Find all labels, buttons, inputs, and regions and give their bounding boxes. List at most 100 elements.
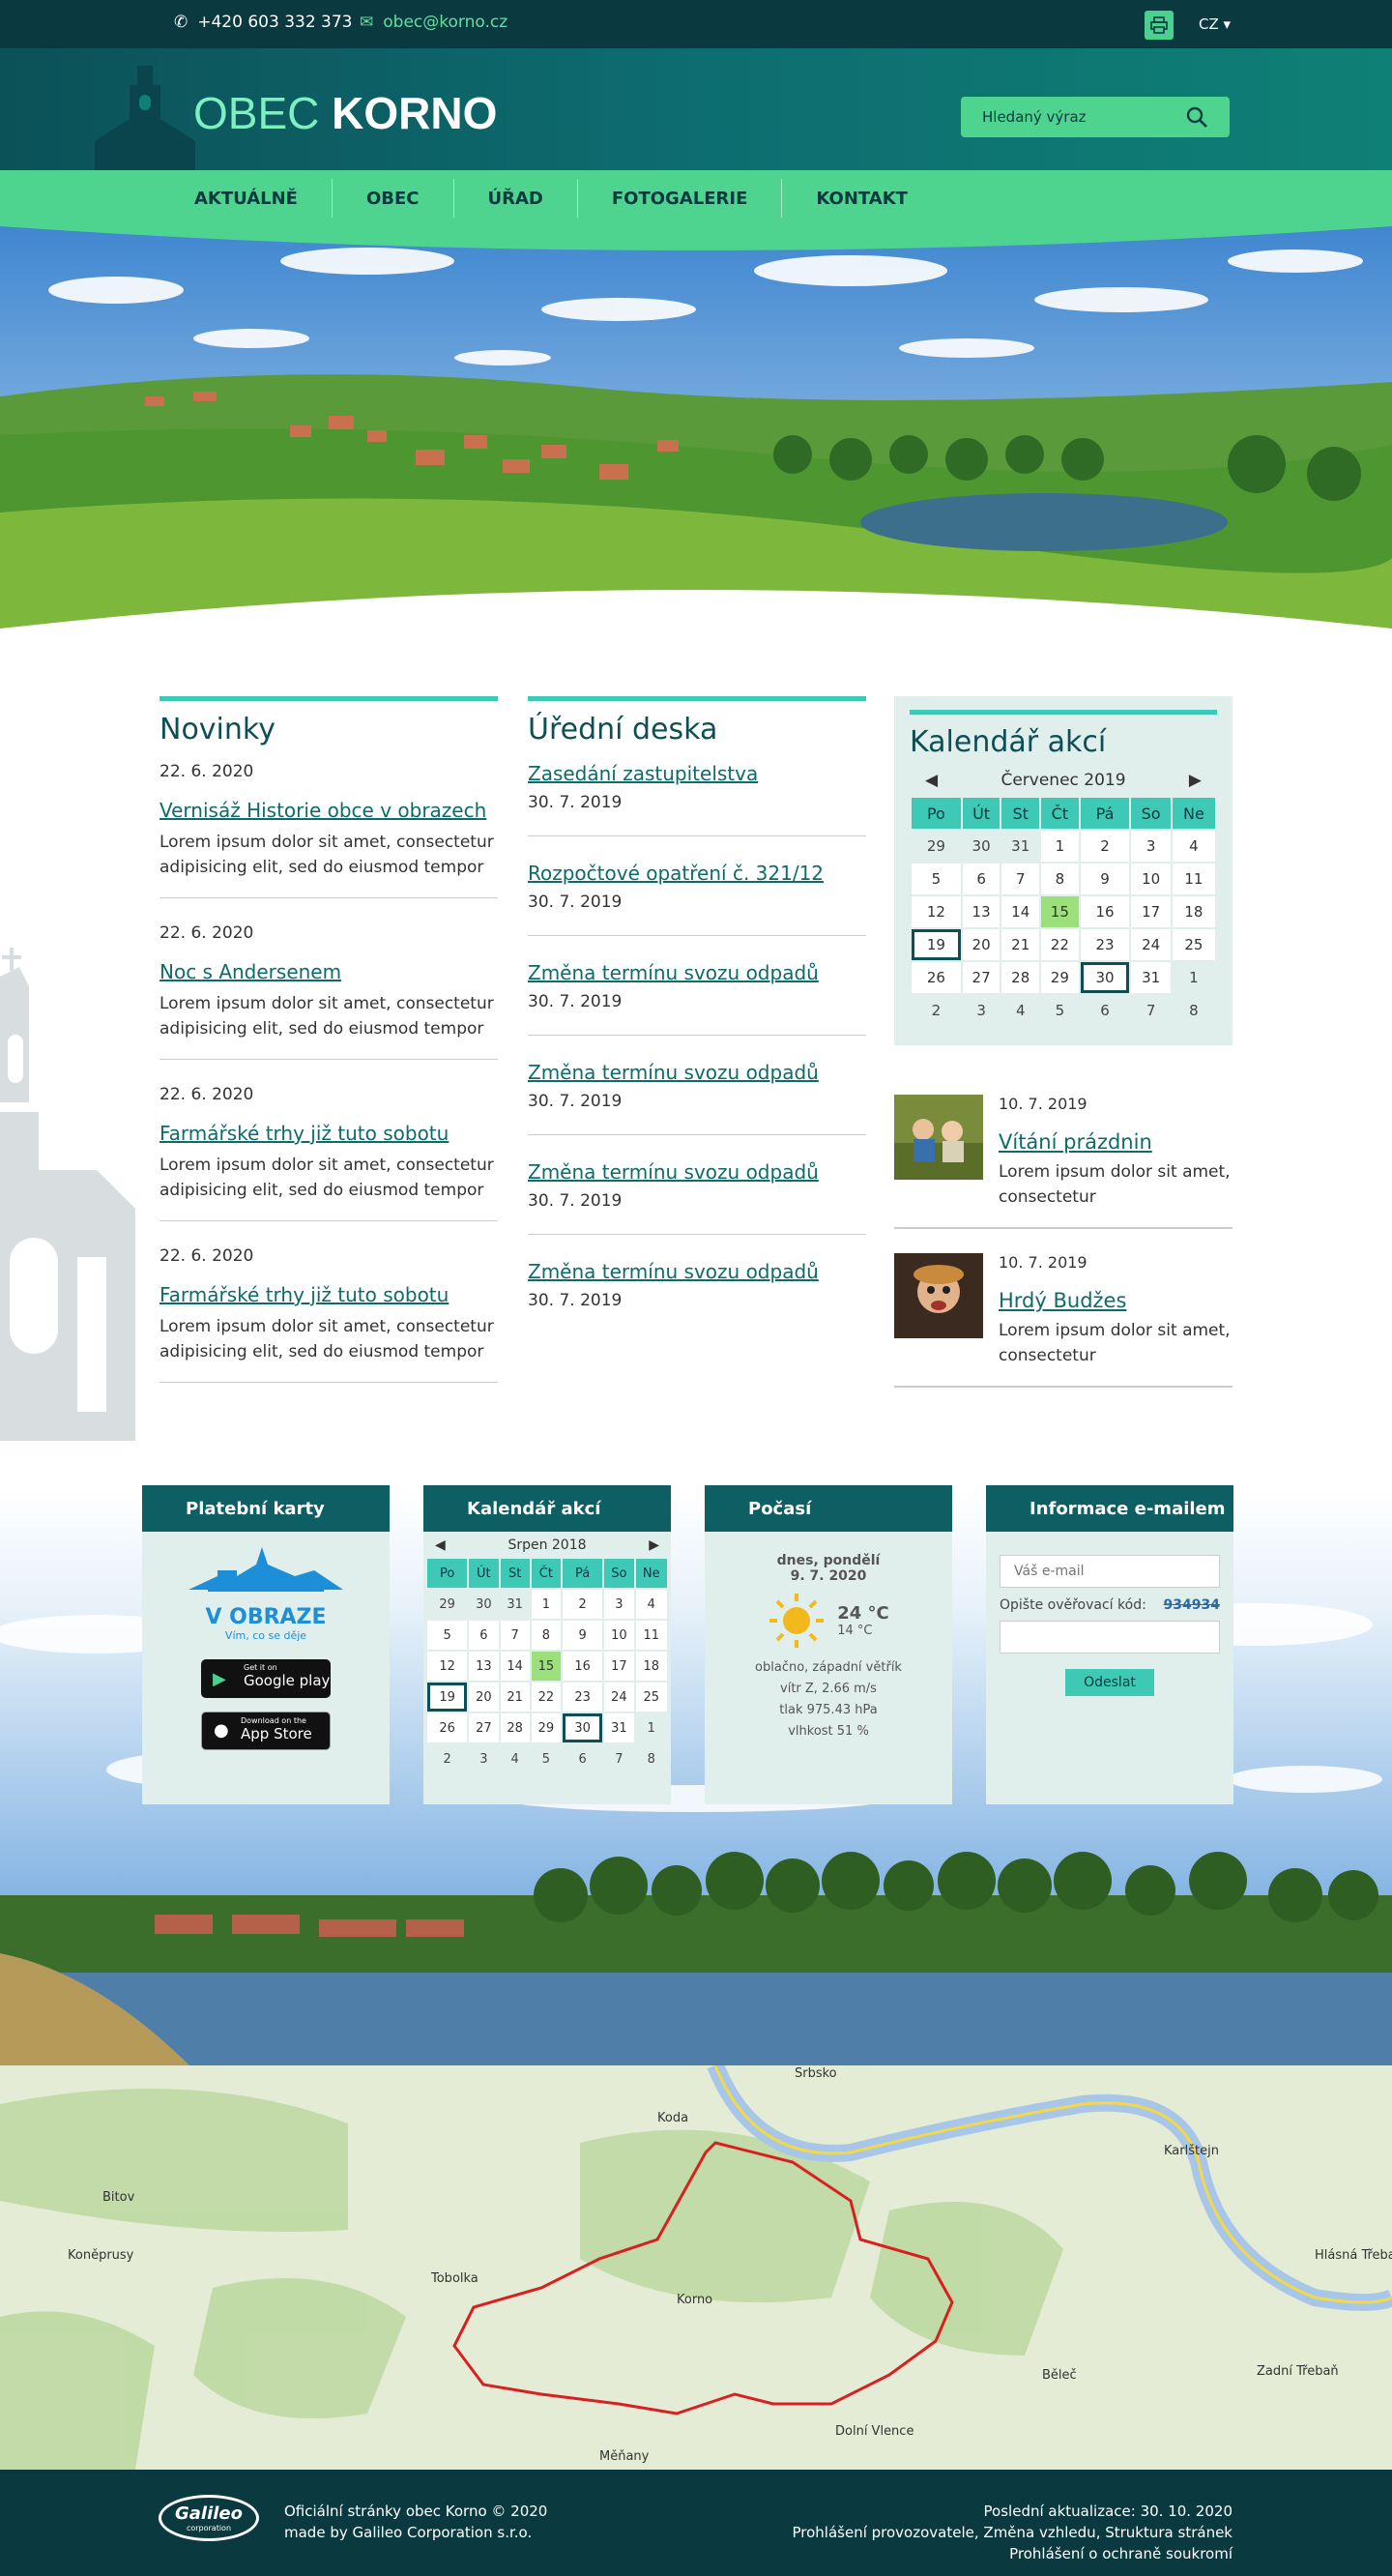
calendar-day[interactable]: 14	[1001, 896, 1040, 927]
galileo-logo[interactable]: Galileo corporation	[159, 2495, 259, 2541]
calendar-day[interactable]: 31	[604, 1713, 634, 1742]
calendar-day[interactable]: 26	[427, 1713, 468, 1742]
prev-month-icon[interactable]: ◀	[435, 1537, 446, 1553]
calendar-day[interactable]: 10	[604, 1621, 634, 1650]
calendar-day[interactable]: 1	[531, 1590, 562, 1619]
calendar-day[interactable]: 1	[1172, 962, 1215, 993]
calendar-day[interactable]: 23	[1080, 929, 1130, 960]
calendar-day[interactable]: 16	[563, 1652, 603, 1681]
calendar-day[interactable]: 8	[1172, 995, 1215, 1026]
calendar-day[interactable]: 15	[531, 1652, 562, 1681]
calendar-day[interactable]: 18	[1172, 896, 1215, 927]
calendar-day[interactable]: 28	[1001, 962, 1040, 993]
map-area[interactable]: Srbsko Karlštejn Koda Bitov Koněprusy To…	[0, 2065, 1392, 2470]
captcha-input[interactable]	[1000, 1621, 1220, 1654]
calendar-day[interactable]: 22	[1041, 929, 1079, 960]
calendar-day[interactable]: 29	[912, 831, 961, 862]
calendar-day[interactable]: 31	[500, 1590, 530, 1619]
calendar-day[interactable]: 2	[1080, 831, 1130, 862]
email-contact[interactable]: ✉ obec@korno.cz	[360, 13, 508, 32]
calendar-day[interactable]: 11	[1172, 864, 1215, 894]
event-title-link[interactable]: Hrdý Budžes	[999, 1289, 1232, 1312]
calendar-day[interactable]: 5	[1041, 995, 1079, 1026]
calendar-day[interactable]: 3	[962, 995, 1000, 1026]
calendar-day[interactable]: 8	[531, 1621, 562, 1650]
calendar-day[interactable]: 12	[912, 896, 961, 927]
email-link[interactable]: obec@korno.cz	[383, 13, 508, 32]
calendar-day[interactable]: 19	[427, 1683, 468, 1712]
event-title-link[interactable]: Vítání prázdnin	[999, 1130, 1232, 1154]
calendar-day[interactable]: 18	[635, 1652, 667, 1681]
search-box[interactable]: Hledaný výraz	[961, 97, 1230, 137]
calendar-day[interactable]: 21	[500, 1683, 530, 1712]
calendar-day[interactable]: 24	[604, 1683, 634, 1712]
calendar-day[interactable]: 20	[469, 1683, 499, 1712]
calendar-day[interactable]: 17	[1131, 896, 1171, 927]
galileo-link[interactable]: Galileo Corporation s.r.o.	[353, 2524, 533, 2541]
calendar-day[interactable]: 31	[1131, 962, 1171, 993]
google-play-badge[interactable]: ▶ Get it on Google play	[201, 1659, 331, 1698]
email-field[interactable]	[1000, 1555, 1220, 1588]
calendar-day[interactable]: 9	[563, 1621, 603, 1650]
calendar-day[interactable]: 6	[1080, 995, 1130, 1026]
site-logo[interactable]: OBEC KORNO	[193, 87, 497, 139]
calendar-day[interactable]: 2	[912, 995, 961, 1026]
calendar-day[interactable]: 21	[1001, 929, 1040, 960]
calendar-day[interactable]: 7	[1001, 864, 1040, 894]
calendar-day[interactable]: 14	[500, 1652, 530, 1681]
board-title-link[interactable]: Změna termínu svozu odpadů	[528, 1061, 866, 1084]
calendar-day[interactable]: 22	[531, 1683, 562, 1712]
calendar-day[interactable]: 29	[531, 1713, 562, 1742]
calendar-day[interactable]: 30	[962, 831, 1000, 862]
event-thumbnail[interactable]	[894, 1095, 983, 1180]
board-title-link[interactable]: Změna termínu svozu odpadů	[528, 961, 866, 984]
app-store-badge[interactable]: ● Download on the App Store	[201, 1712, 331, 1750]
calendar-day[interactable]: 28	[500, 1713, 530, 1742]
prev-month-icon[interactable]: ◀	[925, 771, 938, 790]
calendar-day[interactable]: 13	[962, 896, 1000, 927]
news-title-link[interactable]: Noc s Andersenem	[160, 960, 498, 983]
calendar-day[interactable]: 8	[635, 1744, 667, 1773]
calendar-day[interactable]: 16	[1080, 896, 1130, 927]
calendar-day[interactable]: 25	[635, 1683, 667, 1712]
search-icon[interactable]	[1185, 105, 1208, 129]
calendar-day[interactable]: 4	[500, 1744, 530, 1773]
calendar-day[interactable]: 5	[912, 864, 961, 894]
calendar-day[interactable]: 4	[635, 1590, 667, 1619]
site-structure-link[interactable]: Struktura stránek	[1105, 2524, 1232, 2541]
calendar-day[interactable]: 27	[962, 962, 1000, 993]
calendar-day[interactable]: 3	[1131, 831, 1171, 862]
submit-button[interactable]: Odeslat	[1065, 1669, 1154, 1696]
board-title-link[interactable]: Zasedání zastupitelstva	[528, 762, 866, 785]
nav-item-fotogalerie[interactable]: FOTOGALERIE	[578, 179, 783, 218]
nav-item-aktualne[interactable]: AKTUÁLNĚ	[160, 179, 333, 218]
search-input[interactable]: Hledaný výraz	[982, 108, 1087, 126]
calendar-day[interactable]: 8	[1041, 864, 1079, 894]
calendar-day[interactable]: 30	[469, 1590, 499, 1619]
calendar-day[interactable]: 10	[1131, 864, 1171, 894]
event-thumbnail[interactable]	[894, 1253, 983, 1338]
calendar-day[interactable]: 19	[912, 929, 961, 960]
next-month-icon[interactable]: ▶	[649, 1537, 659, 1553]
calendar-day[interactable]: 7	[604, 1744, 634, 1773]
calendar-day[interactable]: 15	[1041, 896, 1079, 927]
calendar-day[interactable]: 2	[563, 1590, 603, 1619]
phone-contact[interactable]: ✆ +420 603 332 373	[174, 13, 353, 32]
calendar-day[interactable]: 3	[604, 1590, 634, 1619]
calendar-day[interactable]: 6	[563, 1744, 603, 1773]
board-title-link[interactable]: Změna termínu svozu odpadů	[528, 1260, 866, 1283]
calendar-day[interactable]: 25	[1172, 929, 1215, 960]
calendar-day[interactable]: 29	[1041, 962, 1079, 993]
language-select[interactable]: CZ ▾	[1199, 15, 1231, 33]
operator-statement-link[interactable]: Prohlášení provozovatele	[793, 2524, 974, 2541]
calendar-day[interactable]: 30	[563, 1713, 603, 1742]
change-look-link[interactable]: Změna vzhledu	[983, 2524, 1095, 2541]
calendar-day[interactable]: 12	[427, 1652, 468, 1681]
nav-item-obec[interactable]: OBEC	[333, 179, 454, 218]
calendar-day[interactable]: 3	[469, 1744, 499, 1773]
print-button[interactable]	[1145, 11, 1174, 40]
calendar-day[interactable]: 13	[469, 1652, 499, 1681]
board-title-link[interactable]: Rozpočtové opatření č. 321/12	[528, 862, 866, 885]
calendar-day[interactable]: 17	[604, 1652, 634, 1681]
calendar-day[interactable]: 11	[635, 1621, 667, 1650]
